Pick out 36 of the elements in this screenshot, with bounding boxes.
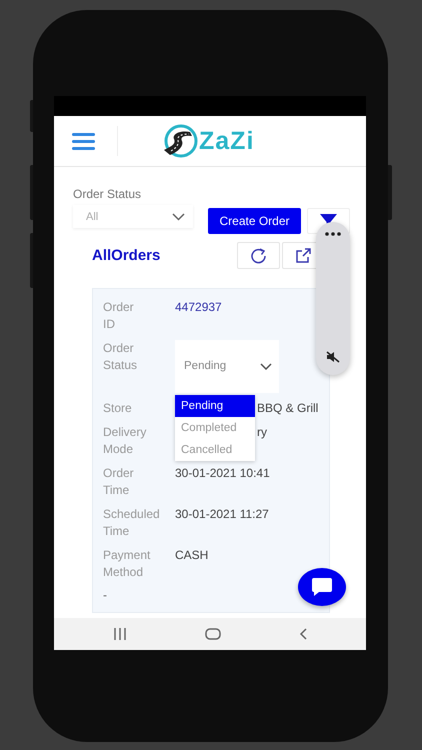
field-value: CASH: [175, 548, 208, 562]
logo-text: ZaZi: [199, 126, 254, 156]
order-id: 4472937: [175, 300, 222, 314]
recents-icon[interactable]: [113, 628, 127, 640]
status-filter-select[interactable]: All: [73, 205, 193, 228]
road-logo-icon: [162, 124, 198, 158]
back-icon[interactable]: [299, 628, 307, 640]
external-link-icon: [295, 248, 312, 264]
page-title: AllOrders: [92, 247, 160, 264]
dropdown-option[interactable]: Completed: [175, 417, 255, 439]
field-value: -: [103, 588, 108, 602]
menu-icon[interactable]: [72, 132, 95, 150]
field-value: 30-01-2021 11:27: [175, 507, 269, 521]
field-label: Order Time: [103, 465, 135, 499]
home-icon[interactable]: [205, 628, 221, 640]
dropdown-option[interactable]: Pending: [175, 395, 255, 417]
field-value: ry: [257, 424, 267, 441]
refresh-icon: [250, 248, 268, 264]
filter-label: Order Status: [73, 187, 142, 201]
field-value: 30-01-2021 10:41: [175, 466, 270, 480]
mute-icon[interactable]: [326, 351, 340, 363]
field-label: Order Status: [103, 340, 138, 374]
chevron-down-icon: [260, 363, 272, 370]
field-label: Delivery Mode: [103, 424, 148, 458]
field-label: Store: [103, 400, 133, 417]
refresh-button[interactable]: [237, 242, 280, 269]
field-label: Order ID: [103, 299, 135, 333]
chevron-down-icon: [172, 212, 185, 220]
create-order-button[interactable]: Create Order: [208, 208, 301, 234]
field-label: Payment Method: [103, 547, 152, 581]
more-icon[interactable]: [325, 232, 341, 236]
order-status-select[interactable]: Pending: [175, 340, 279, 393]
chat-bubble-icon: [311, 577, 333, 597]
field-label: Scheduled Time: [103, 506, 161, 540]
field-value: BBQ & Grill: [257, 400, 318, 417]
dropdown-option[interactable]: Cancelled: [175, 439, 255, 461]
